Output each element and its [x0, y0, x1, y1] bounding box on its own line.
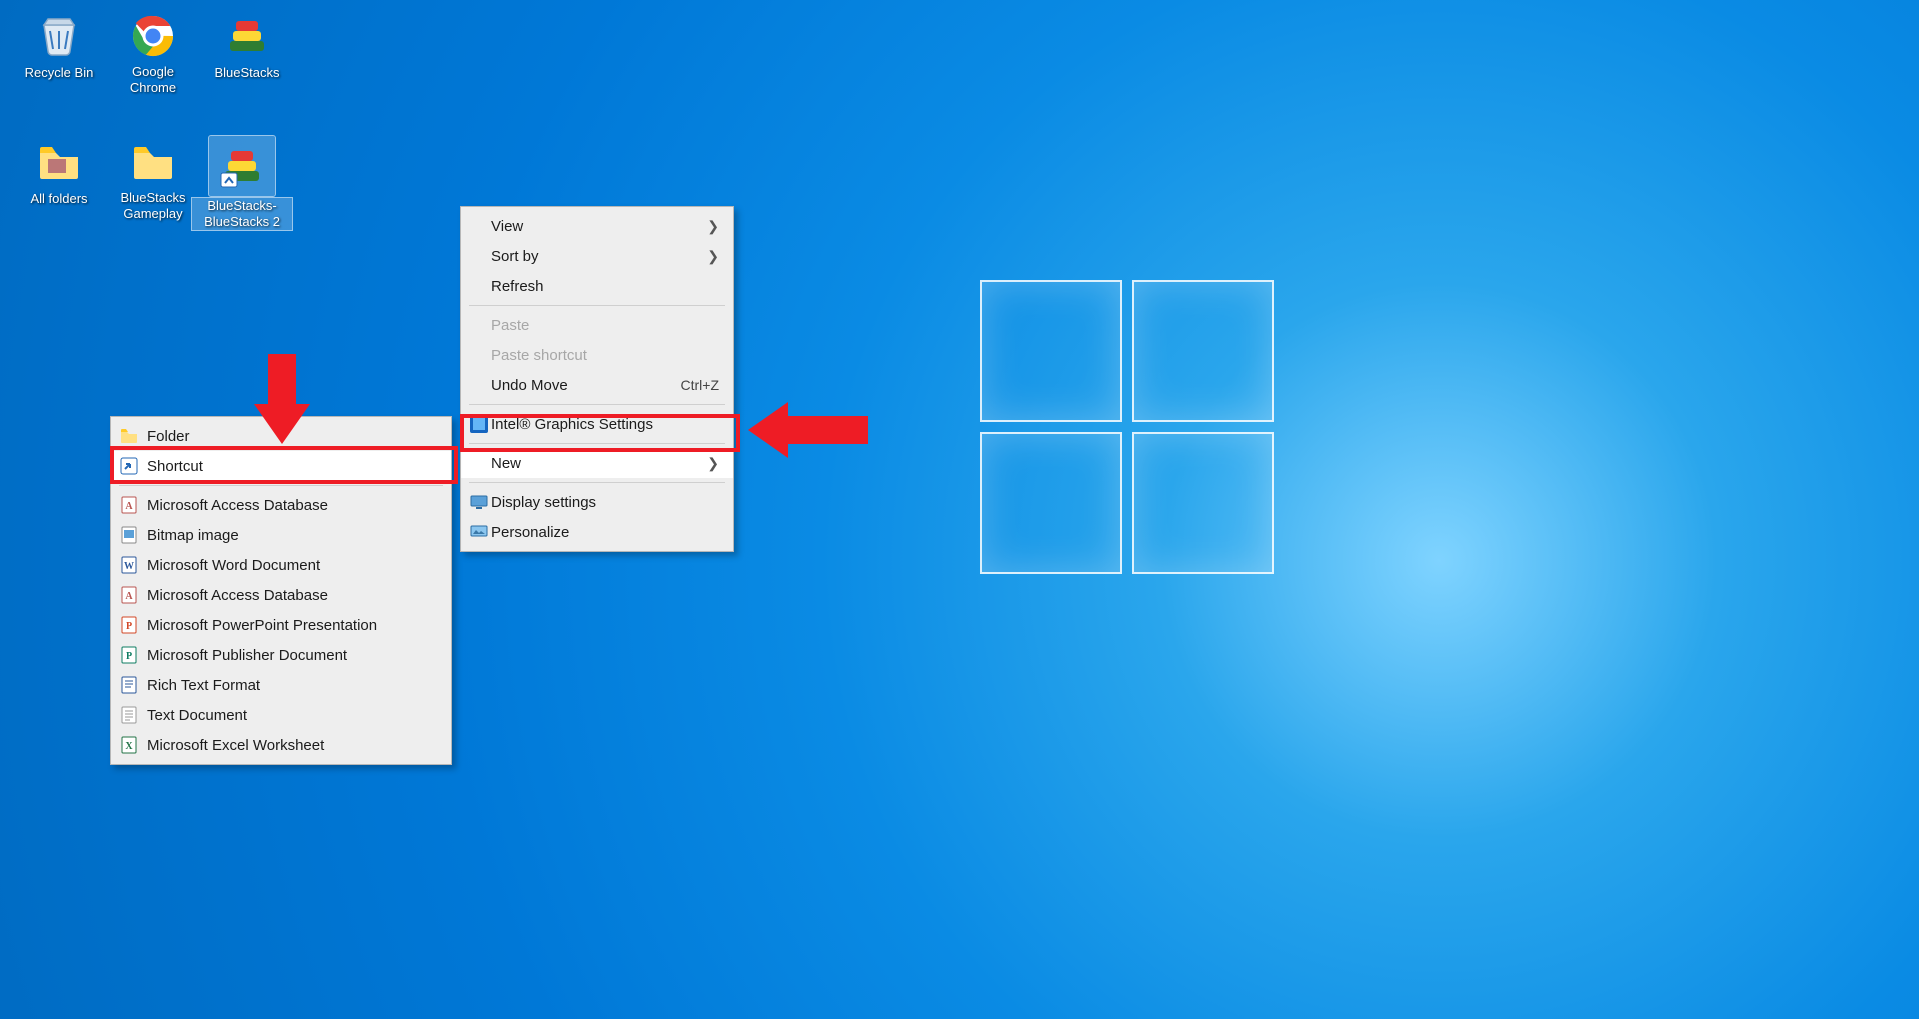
svg-text:A: A — [125, 501, 133, 512]
desktop-icon-label: All folders — [28, 191, 89, 207]
menu-label: Paste shortcut — [491, 347, 587, 364]
menu-label: Intel® Graphics Settings — [491, 416, 653, 433]
submenu-text[interactable]: Text Document — [111, 700, 451, 730]
menu-label: Microsoft PowerPoint Presentation — [147, 617, 377, 634]
menu-display-settings[interactable]: Display settings — [461, 487, 733, 517]
menu-view[interactable]: View ❯ — [461, 211, 733, 241]
access-db-icon: A — [119, 495, 139, 515]
bluestacks-icon — [209, 136, 275, 196]
folder-icon — [124, 136, 182, 188]
menu-intel-graphics[interactable]: Intel® Graphics Settings — [461, 409, 733, 439]
menu-label: Shortcut — [147, 458, 203, 475]
chrome-icon — [124, 10, 182, 62]
menu-refresh[interactable]: Refresh — [461, 271, 733, 301]
bitmap-icon — [119, 525, 139, 545]
submenu-publisher[interactable]: P Microsoft Publisher Document — [111, 640, 451, 670]
menu-sort-by[interactable]: Sort by ❯ — [461, 241, 733, 271]
menu-new[interactable]: New ❯ — [461, 448, 733, 478]
svg-text:P: P — [126, 651, 132, 662]
menu-separator — [119, 485, 443, 486]
menu-label: Refresh — [491, 278, 544, 295]
menu-label: Microsoft Publisher Document — [147, 647, 347, 664]
submenu-excel[interactable]: X Microsoft Excel Worksheet — [111, 730, 451, 760]
menu-label: Microsoft Access Database — [147, 497, 328, 514]
menu-label: Microsoft Excel Worksheet — [147, 737, 324, 754]
menu-label: Rich Text Format — [147, 677, 260, 694]
shortcut-icon — [119, 456, 139, 476]
desktop-icon-label: BlueStacks Gameplay — [106, 190, 200, 222]
menu-paste: Paste — [461, 310, 733, 340]
chevron-right-icon: ❯ — [707, 218, 719, 235]
bluestacks-icon — [218, 10, 276, 62]
menu-separator — [469, 305, 725, 306]
svg-text:W: W — [124, 561, 134, 572]
menu-label: Bitmap image — [147, 527, 239, 544]
submenu-rtf[interactable]: Rich Text Format — [111, 670, 451, 700]
desktop-context-menu: View ❯ Sort by ❯ Refresh Paste Paste sho… — [460, 206, 734, 552]
desktop-icon-label: Recycle Bin — [23, 65, 96, 81]
menu-separator — [469, 482, 725, 483]
menu-label: Microsoft Word Document — [147, 557, 320, 574]
menu-personalize[interactable]: Personalize — [461, 517, 733, 547]
menu-label: Undo Move — [491, 377, 568, 394]
desktop-icon-label: Google Chrome — [106, 64, 200, 96]
desktop-icon-recycle-bin[interactable]: Recycle Bin — [12, 10, 106, 81]
desktop-icon-bluestacks[interactable]: BlueStacks — [200, 10, 294, 81]
desktop-icon-google-chrome[interactable]: Google Chrome — [106, 10, 200, 96]
desktop-icon-label: BlueStacks-BlueStacks 2 — [192, 198, 292, 230]
submenu-access-db[interactable]: A Microsoft Access Database — [111, 490, 451, 520]
recycle-bin-icon — [30, 10, 88, 62]
display-settings-icon — [469, 492, 489, 512]
svg-text:X: X — [125, 741, 133, 752]
powerpoint-icon: P — [119, 615, 139, 635]
rtf-icon — [119, 675, 139, 695]
folder-icon — [119, 426, 139, 446]
desktop-icon-label: BlueStacks — [212, 65, 281, 81]
menu-label: New — [491, 455, 521, 472]
menu-label: Paste — [491, 317, 529, 334]
menu-paste-shortcut: Paste shortcut — [461, 340, 733, 370]
menu-label: Text Document — [147, 707, 247, 724]
menu-label: Sort by — [491, 248, 539, 265]
desktop-icon-bluestacks-gameplay[interactable]: BlueStacks Gameplay — [106, 136, 200, 222]
desktop-icon-bluestacks-2[interactable]: BlueStacks-BlueStacks 2 — [192, 136, 292, 230]
submenu-word[interactable]: W Microsoft Word Document — [111, 550, 451, 580]
svg-text:A: A — [125, 591, 133, 602]
chevron-right-icon: ❯ — [707, 455, 719, 472]
menu-shortcut: Ctrl+Z — [681, 377, 720, 393]
submenu-bitmap[interactable]: Bitmap image — [111, 520, 451, 550]
menu-separator — [469, 443, 725, 444]
menu-label: Folder — [147, 428, 190, 445]
menu-label: View — [491, 218, 523, 235]
submenu-shortcut[interactable]: Shortcut — [111, 451, 451, 481]
submenu-access-db-2[interactable]: A Microsoft Access Database — [111, 580, 451, 610]
submenu-powerpoint[interactable]: P Microsoft PowerPoint Presentation — [111, 610, 451, 640]
text-doc-icon — [119, 705, 139, 725]
menu-undo-move[interactable]: Undo Move Ctrl+Z — [461, 370, 733, 400]
word-icon: W — [119, 555, 139, 575]
desktop-icon-all-folders[interactable]: All folders — [12, 136, 106, 207]
chevron-right-icon: ❯ — [707, 248, 719, 265]
publisher-icon: P — [119, 645, 139, 665]
svg-text:P: P — [126, 621, 132, 632]
menu-label: Microsoft Access Database — [147, 587, 328, 604]
access-db-icon: A — [119, 585, 139, 605]
menu-separator — [469, 404, 725, 405]
new-submenu: Folder Shortcut A Microsoft Access Datab… — [110, 416, 452, 765]
menu-label: Display settings — [491, 494, 596, 511]
personalize-icon — [469, 522, 489, 542]
submenu-folder[interactable]: Folder — [111, 421, 451, 451]
intel-graphics-icon — [469, 414, 489, 434]
menu-label: Personalize — [491, 524, 569, 541]
folder-icon — [30, 136, 88, 188]
excel-icon: X — [119, 735, 139, 755]
